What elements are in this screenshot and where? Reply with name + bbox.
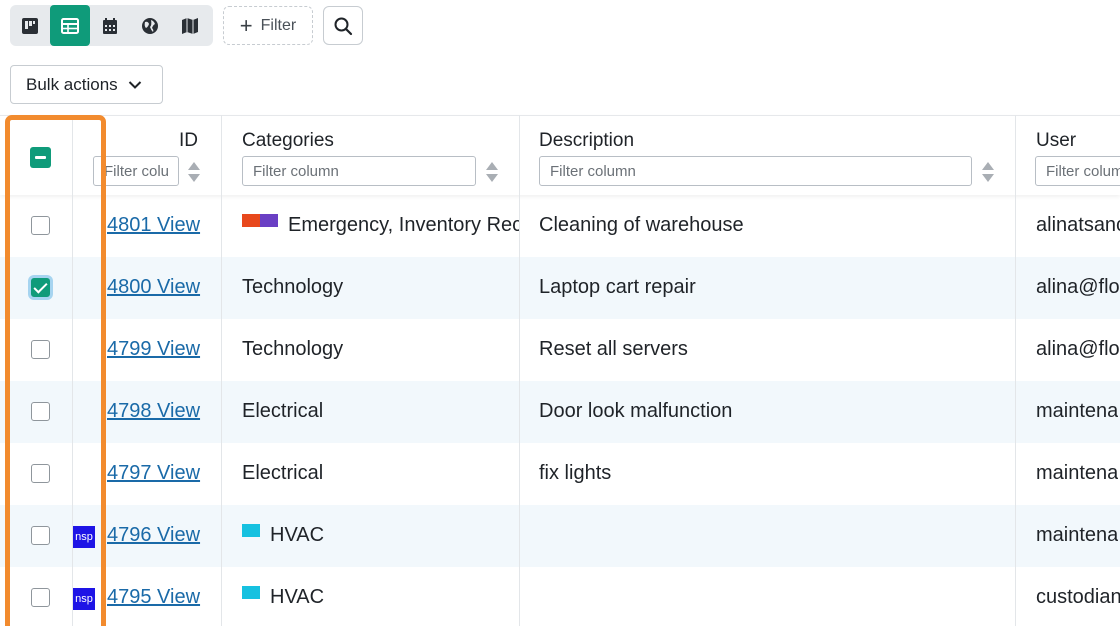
row-categories-cell: Electrical [242, 400, 519, 423]
globe-icon [142, 17, 158, 34]
row-categories-cell: Technology [242, 338, 519, 361]
column-title-description: Description [539, 130, 635, 151]
row-checkbox[interactable] [31, 216, 50, 235]
id-filter-input[interactable] [93, 156, 179, 186]
select-all-checkbox[interactable] [30, 147, 51, 168]
row-description-cell: Reset all servers [539, 338, 688, 360]
row-categories-cell: Technology [242, 276, 519, 299]
row-badge: nsp [73, 526, 95, 548]
category-text: Emergency, Inventory Rec [288, 214, 519, 236]
row-user-cell: maintena [1036, 462, 1119, 484]
board-icon [22, 17, 38, 34]
map-icon [182, 17, 198, 34]
column-divider [221, 115, 222, 626]
categories-sort-icon[interactable] [486, 162, 498, 182]
table-row: 4801 View Emergency, Inventory Rec Cleanin… [0, 195, 1120, 257]
row-user-cell: custodian [1036, 586, 1120, 608]
table-row: nsp 4796 View HVAC maintena [0, 505, 1120, 567]
table-row: 4799 View Technology Reset all servers alin… [0, 319, 1120, 381]
row-checkbox[interactable] [31, 278, 50, 297]
map-view-button[interactable] [170, 5, 210, 46]
row-description-cell: Cleaning of warehouse [539, 214, 744, 236]
id-sort-icon[interactable] [188, 162, 200, 182]
column-divider [519, 115, 520, 626]
column-divider [1015, 115, 1016, 626]
column-title-user: User [1036, 130, 1077, 151]
row-badge: nsp [73, 588, 95, 610]
row-checkbox[interactable] [31, 402, 50, 421]
calendar-icon [103, 17, 117, 34]
column-divider [72, 115, 73, 626]
add-filter-button[interactable]: + Filter [223, 6, 313, 45]
category-text: Electrical [242, 400, 324, 422]
category-color-swatch [242, 214, 278, 237]
row-id-view-link[interactable]: 4798 View [107, 400, 200, 423]
table-view-button[interactable] [50, 5, 90, 46]
plus-icon: + [239, 12, 253, 38]
category-color-swatch [242, 524, 260, 547]
row-user-cell: alina@flo [1036, 338, 1120, 360]
chevron-down-icon [128, 80, 141, 89]
bulk-actions-dropdown[interactable]: Bulk actions [10, 65, 163, 104]
category-color-swatch [242, 586, 260, 609]
categories-filter-input[interactable] [242, 156, 476, 186]
description-sort-icon[interactable] [982, 162, 994, 182]
table-icon [61, 17, 79, 34]
search-button[interactable] [323, 6, 363, 45]
row-description-cell: fix lights [539, 462, 612, 484]
search-icon [334, 17, 353, 35]
row-user-cell: maintena [1036, 524, 1119, 546]
column-title-id: ID [179, 130, 198, 151]
category-text: Technology [242, 276, 344, 298]
globe-view-button[interactable] [130, 5, 170, 46]
row-user-cell: alina@flo [1036, 276, 1120, 298]
row-id-view-link[interactable]: 4795 View [107, 586, 200, 609]
row-id-view-link[interactable]: 4801 View [107, 214, 200, 237]
table-row: 4797 View Electrical fix lights maintena [0, 443, 1120, 505]
category-text: Electrical [242, 462, 324, 484]
user-filter-input[interactable] [1035, 156, 1120, 186]
category-text: HVAC [270, 524, 325, 546]
description-filter-input[interactable] [539, 156, 972, 186]
filter-label: Filter [260, 16, 297, 34]
category-text: Technology [242, 338, 344, 360]
row-id-view-link[interactable]: 4800 View [107, 276, 200, 299]
row-description-cell: Door look malfunction [539, 400, 733, 422]
column-title-categories: Categories [242, 130, 334, 151]
row-id-view-link[interactable]: 4797 View [107, 462, 200, 485]
row-categories-cell: Electrical [242, 462, 519, 485]
row-user-cell: alinatsanc [1036, 214, 1120, 236]
row-categories-cell: HVAC [242, 586, 519, 609]
calendar-view-button[interactable] [90, 5, 130, 46]
row-user-cell: maintena [1036, 400, 1119, 422]
view-switcher [10, 5, 213, 46]
row-categories-cell: Emergency, Inventory Rec [242, 214, 519, 237]
row-checkbox[interactable] [31, 340, 50, 359]
board-view-button[interactable] [10, 5, 50, 46]
row-checkbox[interactable] [31, 464, 50, 483]
row-checkbox[interactable] [31, 526, 50, 545]
table-row: 4800 View Technology Laptop cart repair ali… [0, 257, 1120, 319]
row-description-cell: Laptop cart repair [539, 276, 696, 298]
row-categories-cell: HVAC [242, 524, 519, 547]
row-id-view-link[interactable]: 4799 View [107, 338, 200, 361]
table-row: 4798 View Electrical Door look malfunction… [0, 381, 1120, 443]
category-text: HVAC [270, 586, 325, 608]
bulk-actions-label: Bulk actions [26, 74, 118, 94]
table-row: nsp 4795 View HVAC custodian [0, 567, 1120, 626]
table-header: ID Categories Description User [0, 115, 1120, 195]
row-id-view-link[interactable]: 4796 View [107, 524, 200, 547]
row-checkbox[interactable] [31, 588, 50, 607]
